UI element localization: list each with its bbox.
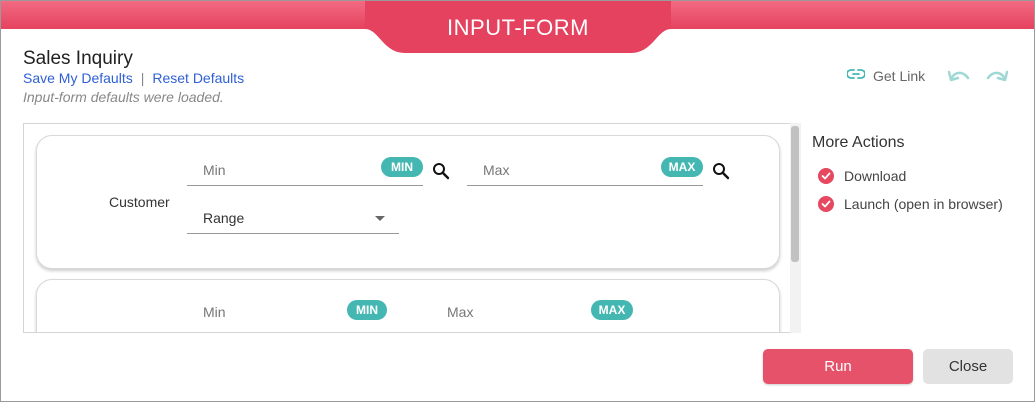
status-note: Input-form defaults were loaded. <box>23 89 224 105</box>
input-form-dialog: INPUT-FORM Sales Inquiry Save My Default… <box>0 0 1035 402</box>
customer-parameter-card: Customer Min MIN Max MAX Range <box>36 135 780 269</box>
reset-defaults-link[interactable]: Reset Defaults <box>152 70 244 86</box>
launch-action[interactable]: Launch (open in browser) <box>818 196 1003 212</box>
redo-icon[interactable] <box>985 67 1009 88</box>
form-type-title: INPUT-FORM <box>447 15 589 40</box>
link-separator: | <box>140 70 145 86</box>
download-action[interactable]: Download <box>818 168 906 184</box>
second-parameter-card: Min MIN Max MAX <box>36 279 780 332</box>
min-badge: MIN <box>381 157 423 177</box>
close-button[interactable]: Close <box>923 349 1013 384</box>
min-badge: MIN <box>347 300 387 320</box>
parameters-panel: Customer Min MIN Max MAX Range Min MIN M… <box>23 123 801 333</box>
search-icon[interactable] <box>712 162 730 185</box>
undo-icon[interactable] <box>947 67 971 88</box>
run-button[interactable]: Run <box>763 349 913 384</box>
save-defaults-link[interactable]: Save My Defaults <box>23 70 133 86</box>
launch-label: Launch (open in browser) <box>844 196 1003 212</box>
defaults-links: Save My Defaults | Reset Defaults <box>23 70 244 86</box>
max-badge: MAX <box>661 157 703 177</box>
min-placeholder: Min <box>203 304 226 320</box>
header-tab: INPUT-FORM <box>365 1 671 53</box>
max-placeholder: Max <box>447 304 474 320</box>
range-mode-value: Range <box>203 210 245 226</box>
link-icon <box>846 67 866 84</box>
caret-down-icon <box>375 216 385 221</box>
range-mode-select[interactable]: Range <box>187 202 399 234</box>
search-icon[interactable] <box>432 162 450 185</box>
min-placeholder: Min <box>203 162 226 178</box>
get-link-button[interactable]: Get Link <box>846 67 926 84</box>
check-icon <box>818 196 834 212</box>
more-actions-title: More Actions <box>812 134 905 151</box>
panel-scrollbar-thumb[interactable] <box>791 126 799 262</box>
max-placeholder: Max <box>483 162 510 178</box>
parameter-label: Customer <box>109 194 170 210</box>
page-title: Sales Inquiry <box>23 48 133 69</box>
check-icon <box>818 168 834 184</box>
max-badge: MAX <box>591 300 633 320</box>
get-link-label: Get Link <box>873 67 926 84</box>
download-label: Download <box>844 168 907 184</box>
